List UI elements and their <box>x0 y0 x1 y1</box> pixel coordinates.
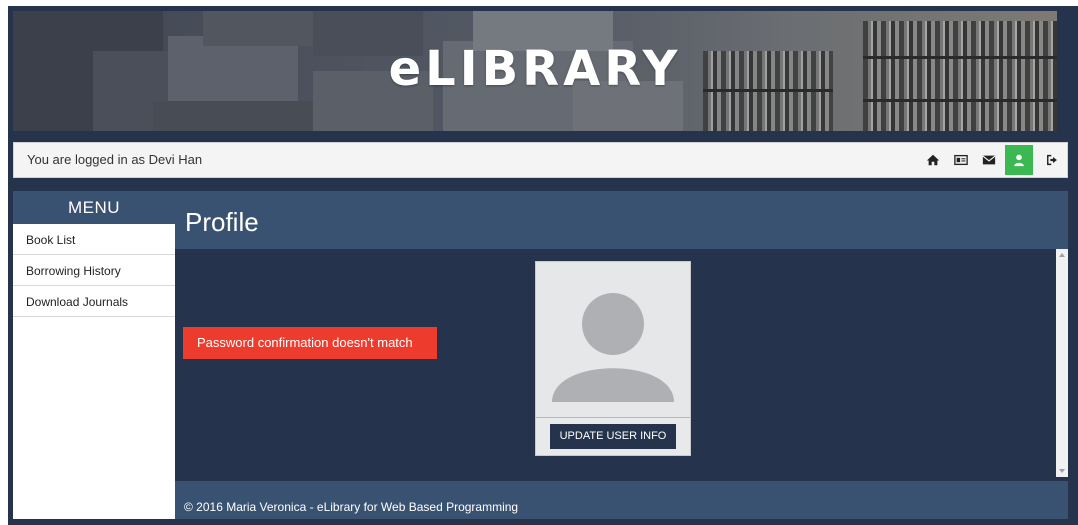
id-card-icon[interactable] <box>947 145 975 175</box>
logged-in-text: You are logged in as Devi Han <box>27 152 203 167</box>
avatar <box>536 262 690 418</box>
menu-item-book-list[interactable]: Book List <box>13 224 175 255</box>
footer: © 2016 Maria Veronica - eLibrary for Web… <box>175 481 1068 519</box>
user-icon[interactable] <box>1005 145 1033 175</box>
site-title: eLIBRARY <box>388 41 682 97</box>
sidebar-menu: MENU Book List Borrowing History Downloa… <box>13 191 175 519</box>
scroll-down-arrow-icon[interactable] <box>1059 469 1065 473</box>
top-nav-icons <box>919 145 1067 175</box>
menu-header: MENU <box>13 191 175 224</box>
menu-item-download-journals[interactable]: Download Journals <box>13 286 175 317</box>
main-content: Profile Password confirmation doesn't ma… <box>175 191 1068 519</box>
header-banner: eLIBRARY <box>13 11 1057 131</box>
scroll-up-arrow-icon[interactable] <box>1059 253 1065 257</box>
envelope-icon[interactable] <box>975 145 1003 175</box>
profile-card: UPDATE USER INFO <box>535 261 691 456</box>
user-status-bar: You are logged in as Devi Han <box>13 142 1068 178</box>
update-user-info-button[interactable]: UPDATE USER INFO <box>550 424 676 449</box>
vertical-scrollbar[interactable] <box>1056 249 1068 477</box>
profile-panel: Password confirmation doesn't match UPDA… <box>175 249 1068 477</box>
page-title: Profile <box>185 207 259 237</box>
home-icon[interactable] <box>919 145 947 175</box>
error-alert: Password confirmation doesn't match <box>183 327 437 359</box>
footer-copyright: © 2016 Maria Veronica - eLibrary for Web… <box>184 500 519 514</box>
page-header: Profile <box>175 191 1068 249</box>
sign-out-icon[interactable] <box>1039 145 1067 175</box>
menu-item-borrowing-history[interactable]: Borrowing History <box>13 255 175 286</box>
